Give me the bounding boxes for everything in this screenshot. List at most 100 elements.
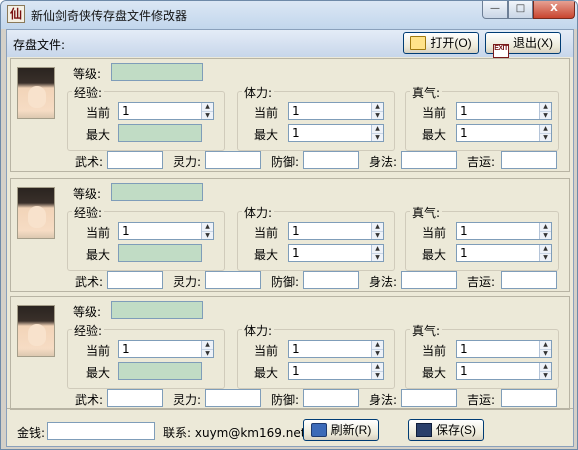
jiyun-field[interactable] [501, 389, 557, 407]
money-field[interactable] [47, 422, 155, 440]
spin-up-icon[interactable]: ▲ [540, 223, 551, 231]
lingli-field[interactable] [205, 271, 261, 289]
spin-buttons[interactable]: ▲ ▼ [201, 223, 213, 239]
spin-down-icon[interactable]: ▼ [202, 231, 213, 239]
spin-buttons[interactable]: ▲ ▼ [201, 103, 213, 119]
close-button[interactable]: X [533, 1, 575, 19]
spin-down-icon[interactable]: ▼ [540, 349, 551, 357]
jiyun-field[interactable] [501, 151, 557, 169]
hp-max-spinner[interactable]: 1 ▲ ▼ [288, 362, 384, 380]
spin-up-icon[interactable]: ▲ [372, 125, 383, 133]
exp-current-spinner[interactable]: 1 ▲ ▼ [118, 340, 214, 358]
spin-up-icon[interactable]: ▲ [540, 341, 551, 349]
hp-max-spinner[interactable]: 1 ▲ ▼ [288, 244, 384, 262]
spin-buttons[interactable]: ▲ ▼ [371, 103, 383, 119]
spin-buttons[interactable]: ▲ ▼ [539, 363, 551, 379]
folder-icon [410, 36, 427, 50]
hp-max-spinner-value: 1 [292, 246, 300, 260]
spin-up-icon[interactable]: ▲ [540, 103, 551, 111]
spin-buttons[interactable]: ▲ ▼ [371, 245, 383, 261]
minimize-button[interactable]: — [482, 1, 508, 19]
spin-buttons[interactable]: ▲ ▼ [371, 125, 383, 141]
spin-down-icon[interactable]: ▼ [372, 133, 383, 141]
fangyu-field[interactable] [303, 271, 359, 289]
lingli-field[interactable] [205, 151, 261, 169]
spin-down-icon[interactable]: ▼ [372, 253, 383, 261]
save-button-label: 保存(S) [436, 423, 476, 437]
spin-down-icon[interactable]: ▼ [202, 111, 213, 119]
toolbar: 存盘文件: 打开(O) EXIT 退出(X) [7, 30, 573, 58]
save-button[interactable]: 保存(S) [408, 419, 484, 441]
portrait-face [28, 86, 46, 108]
spin-down-icon[interactable]: ▼ [202, 349, 213, 357]
mp-max-spinner[interactable]: 1 ▲ ▼ [456, 244, 552, 262]
spin-buttons[interactable]: ▲ ▼ [371, 341, 383, 357]
spin-buttons[interactable]: ▲ ▼ [539, 125, 551, 141]
exp-current-spinner[interactable]: 1 ▲ ▼ [118, 102, 214, 120]
spin-up-icon[interactable]: ▲ [372, 245, 383, 253]
open-button[interactable]: 打开(O) [403, 32, 479, 54]
hp-current-spinner-value: 1 [292, 342, 300, 356]
fangyu-label: 防御: [271, 393, 300, 407]
hp-current-spinner[interactable]: 1 ▲ ▼ [288, 340, 384, 358]
spin-down-icon[interactable]: ▼ [540, 111, 551, 119]
lingli-field[interactable] [205, 389, 261, 407]
hp-group-label: 体力: [242, 204, 275, 221]
portrait-face [28, 324, 46, 346]
spin-buttons[interactable]: ▲ ▼ [539, 103, 551, 119]
spin-down-icon[interactable]: ▼ [540, 231, 551, 239]
spin-buttons[interactable]: ▲ ▼ [539, 223, 551, 239]
spin-buttons[interactable]: ▲ ▼ [371, 223, 383, 239]
mp-max-spinner[interactable]: 1 ▲ ▼ [456, 362, 552, 380]
wushu-field[interactable] [107, 271, 163, 289]
mp-current-spinner[interactable]: 1 ▲ ▼ [456, 102, 552, 120]
hp-current-spinner[interactable]: 1 ▲ ▼ [288, 222, 384, 240]
fangyu-field[interactable] [303, 151, 359, 169]
spin-up-icon[interactable]: ▲ [372, 363, 383, 371]
spin-buttons[interactable]: ▲ ▼ [539, 245, 551, 261]
spin-up-icon[interactable]: ▲ [540, 363, 551, 371]
spin-down-icon[interactable]: ▼ [372, 349, 383, 357]
spin-up-icon[interactable]: ▲ [372, 223, 383, 231]
hp-current-spinner[interactable]: 1 ▲ ▼ [288, 102, 384, 120]
refresh-button[interactable]: 刷新(R) [303, 419, 379, 441]
exp-current-spinner[interactable]: 1 ▲ ▼ [118, 222, 214, 240]
mp-max-spinner[interactable]: 1 ▲ ▼ [456, 124, 552, 142]
wushu-field[interactable] [107, 151, 163, 169]
money-label: 金钱: [17, 426, 46, 440]
spin-up-icon[interactable]: ▲ [540, 245, 551, 253]
fangyu-field[interactable] [303, 389, 359, 407]
mp-group-label: 真气: [410, 204, 443, 221]
exp-max-field [118, 244, 202, 262]
shenfa-field[interactable] [401, 389, 457, 407]
jiyun-field[interactable] [501, 271, 557, 289]
spin-down-icon[interactable]: ▼ [372, 371, 383, 379]
shenfa-field[interactable] [401, 151, 457, 169]
spin-down-icon[interactable]: ▼ [540, 133, 551, 141]
mp-current-spinner[interactable]: 1 ▲ ▼ [456, 222, 552, 240]
mp-group-label: 真气: [410, 322, 443, 339]
app-icon[interactable]: 仙 [7, 5, 25, 23]
spin-down-icon[interactable]: ▼ [372, 111, 383, 119]
wushu-field[interactable] [107, 389, 163, 407]
spin-down-icon[interactable]: ▼ [540, 253, 551, 261]
spin-up-icon[interactable]: ▲ [202, 341, 213, 349]
mp-current-spinner[interactable]: 1 ▲ ▼ [456, 340, 552, 358]
maximize-button[interactable]: □ [508, 1, 533, 19]
spin-buttons[interactable]: ▲ ▼ [201, 341, 213, 357]
refresh-button-label: 刷新(R) [330, 423, 372, 437]
title-bar[interactable]: 仙 新仙剑奇侠传存盘文件修改器 — □ X [1, 1, 577, 29]
exit-button[interactable]: EXIT 退出(X) [485, 32, 561, 58]
spin-up-icon[interactable]: ▲ [372, 341, 383, 349]
spin-up-icon[interactable]: ▲ [372, 103, 383, 111]
spin-up-icon[interactable]: ▲ [540, 125, 551, 133]
hp-max-spinner[interactable]: 1 ▲ ▼ [288, 124, 384, 142]
spin-up-icon[interactable]: ▲ [202, 223, 213, 231]
shenfa-field[interactable] [401, 271, 457, 289]
spin-buttons[interactable]: ▲ ▼ [539, 341, 551, 357]
hp-max-spinner-value: 1 [292, 364, 300, 378]
spin-up-icon[interactable]: ▲ [202, 103, 213, 111]
spin-down-icon[interactable]: ▼ [540, 371, 551, 379]
spin-buttons[interactable]: ▲ ▼ [371, 363, 383, 379]
spin-down-icon[interactable]: ▼ [372, 231, 383, 239]
